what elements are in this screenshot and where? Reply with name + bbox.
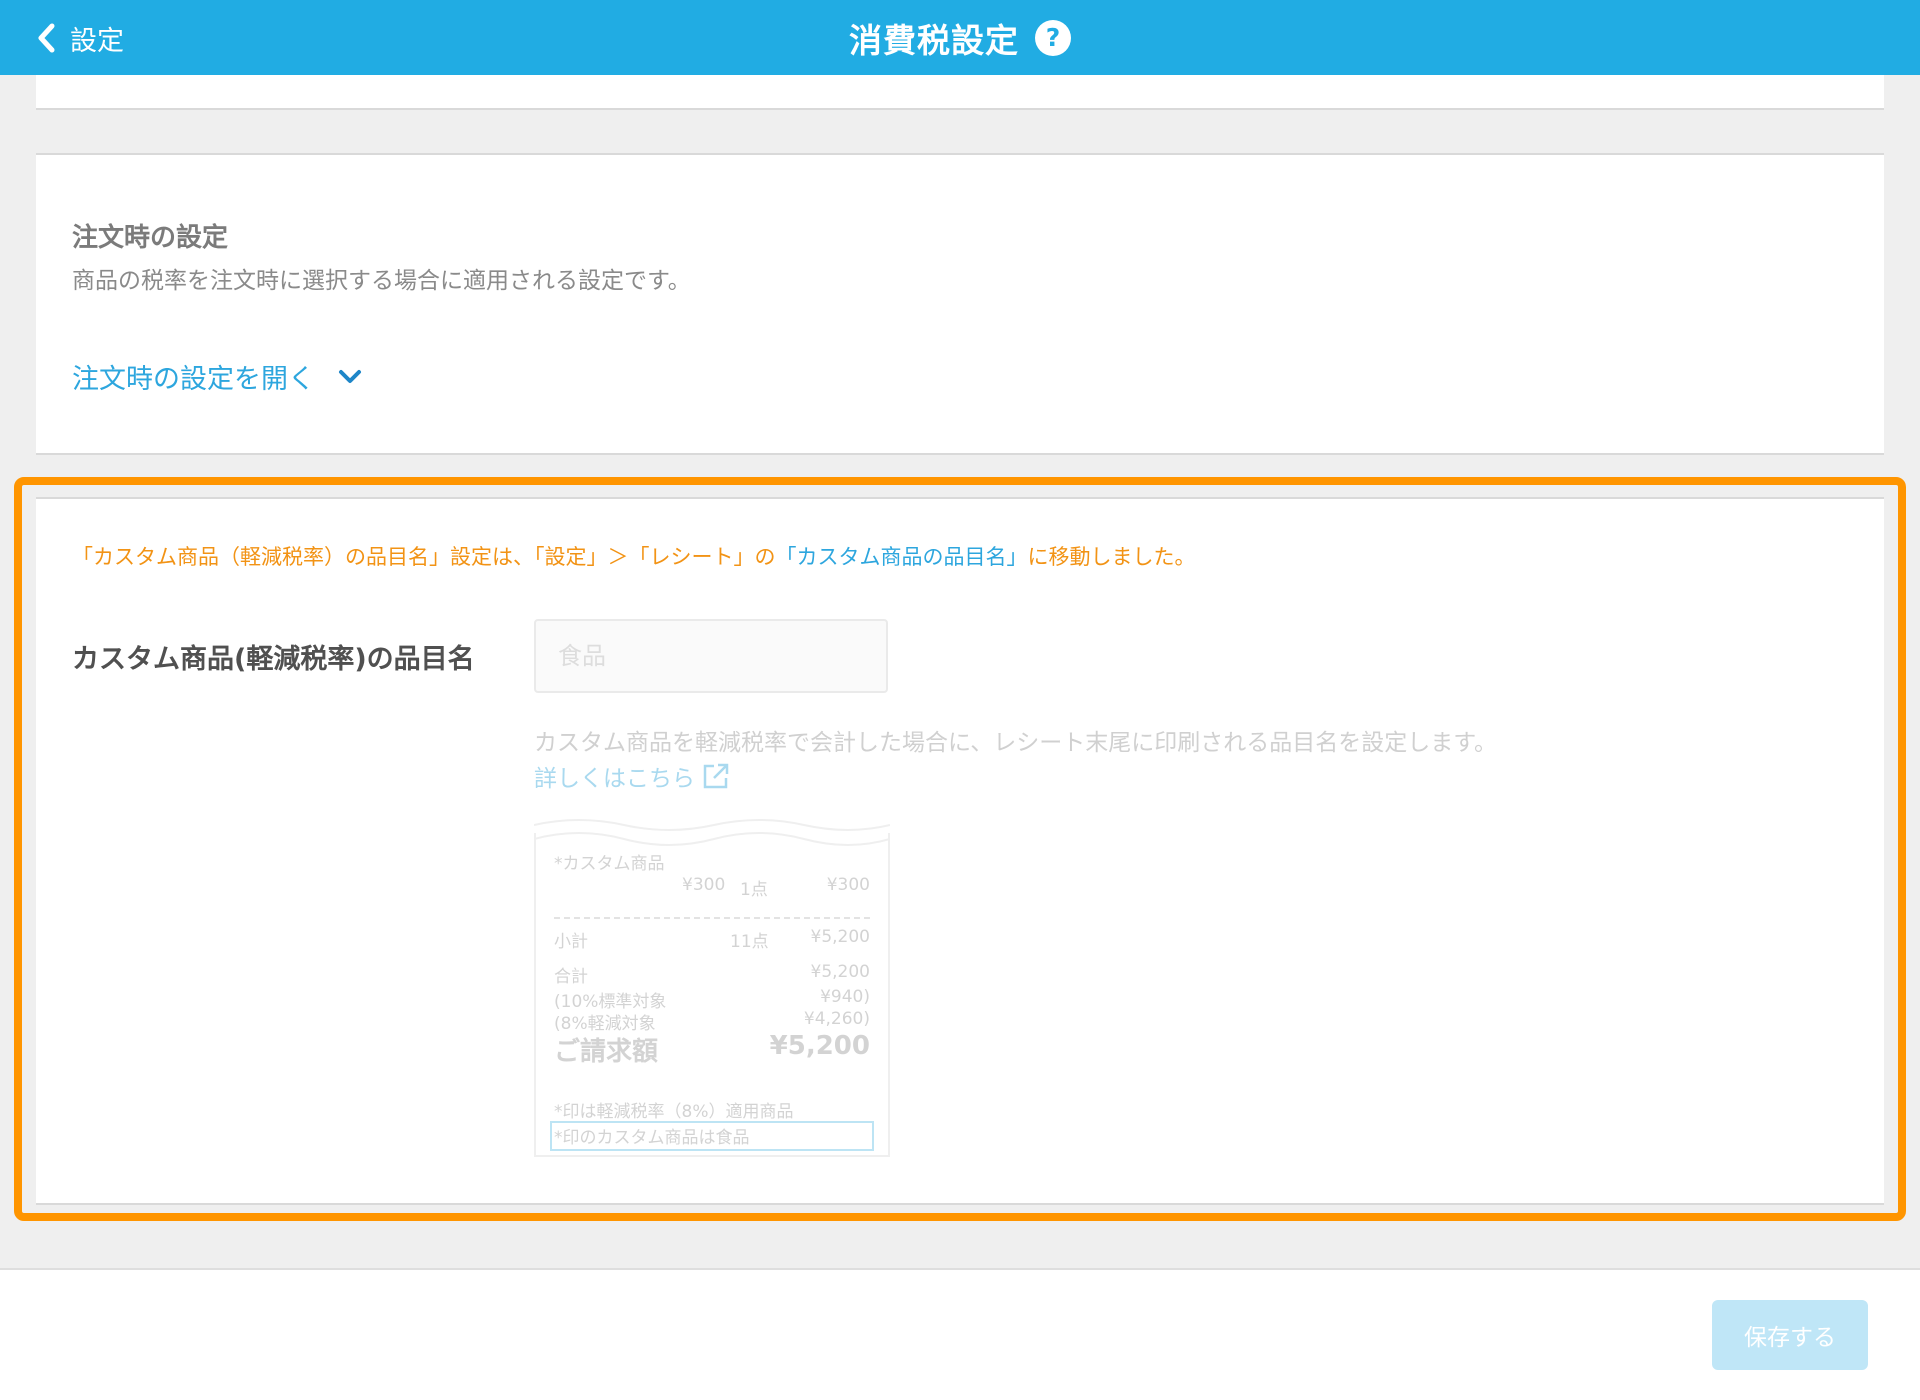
page-title: 消費税設定 <box>849 20 1019 60</box>
save-button[interactable]: 保存する <box>1712 1300 1868 1370</box>
section-title: 注文時の設定 <box>72 223 229 253</box>
previous-section-card <box>36 75 1884 110</box>
chevron-down-icon <box>339 369 361 383</box>
help-icon[interactable]: ? <box>1035 19 1071 56</box>
open-order-settings-link[interactable]: 注文時の設定を開く <box>72 357 363 396</box>
header-bar: 設定 消費税設定 ? <box>0 0 1920 75</box>
highlight-frame <box>14 477 1906 1221</box>
title-group: 消費税設定 ? <box>0 0 1920 75</box>
section-description: 商品の税率を注文時に選択する場合に適用される設定です。 <box>72 268 691 294</box>
footer-bar: 保存する <box>0 1268 1920 1400</box>
open-order-settings-label: 注文時の設定を開く <box>72 364 315 395</box>
order-settings-card: 注文時の設定 商品の税率を注文時に選択する場合に適用される設定です。 注文時の設… <box>36 153 1884 455</box>
